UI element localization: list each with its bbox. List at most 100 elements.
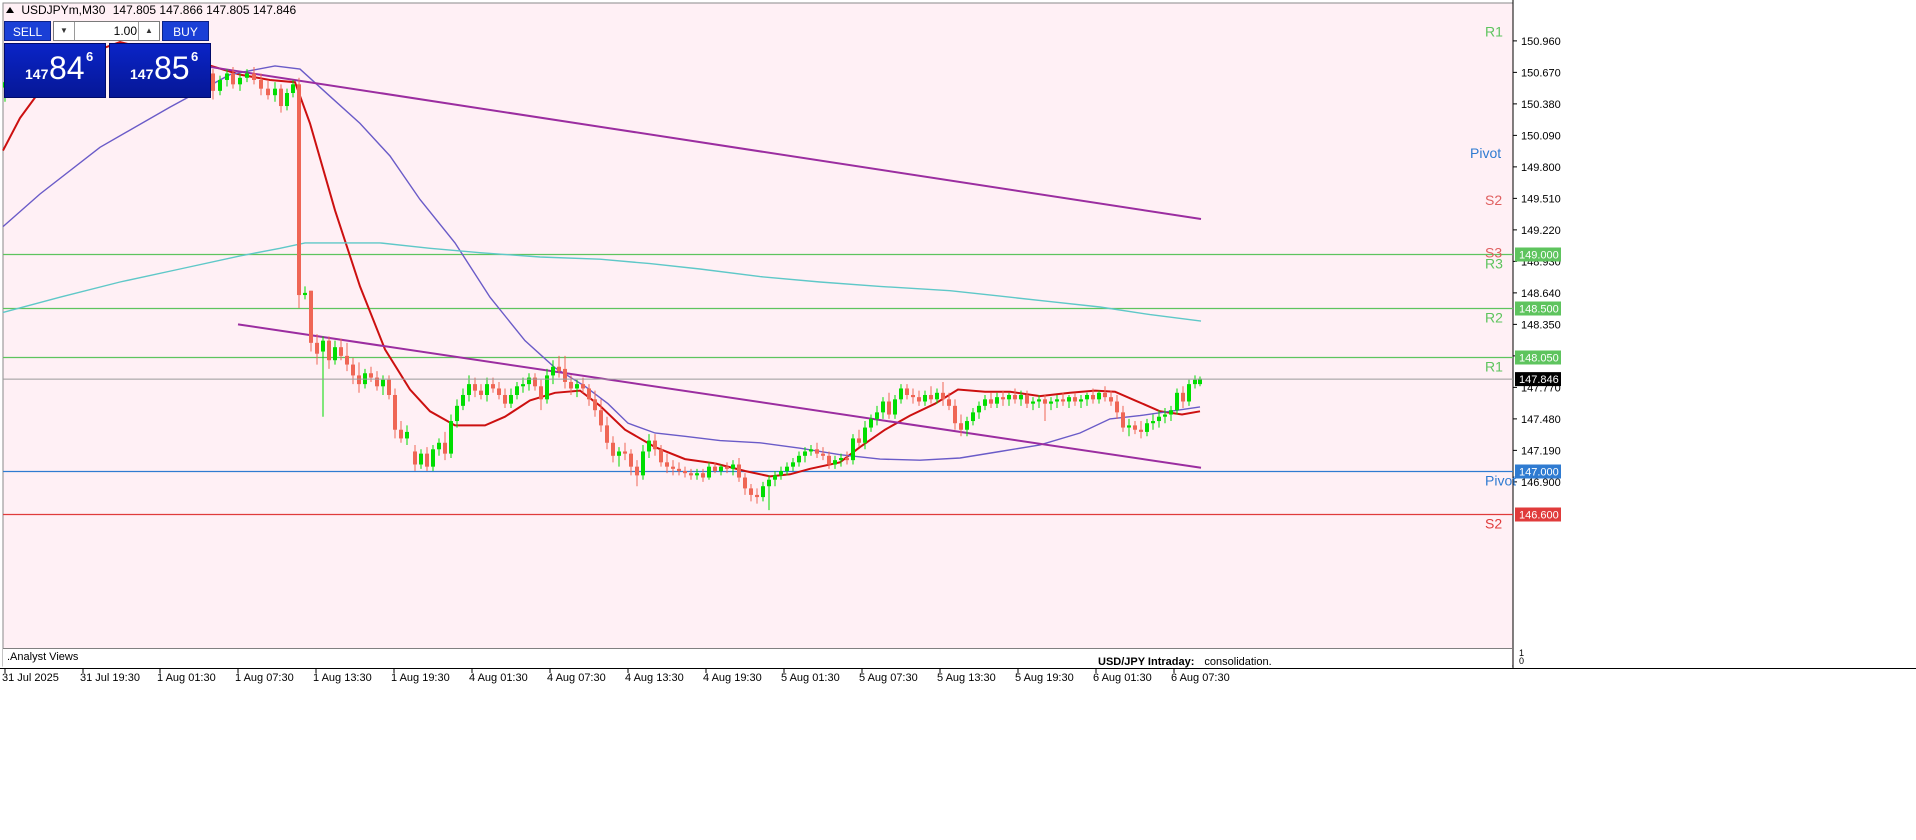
candle-body [935,392,939,400]
candle-body [1079,399,1083,402]
candle-body [515,386,519,395]
time-tick-label: 5 Aug 01:30 [781,672,840,684]
candle-body [1073,397,1077,402]
candle-body [285,93,289,107]
candle-body [303,292,307,296]
lot-decrease-icon[interactable]: ▼ [54,22,75,40]
candle-body [413,451,417,465]
candle-body [1133,425,1137,430]
candle-body [965,421,969,430]
price-tick-label: 150.090 [1521,130,1561,142]
candle-body [473,384,477,391]
candle-body [1115,401,1119,413]
candle-body [419,453,423,465]
candle-body [851,438,855,461]
triangle-icon [6,7,14,13]
candle-body [443,442,447,454]
candle-body [218,79,222,91]
lot-increase-icon[interactable]: ▲ [138,22,159,40]
candle-body [857,438,861,443]
candle-body [479,390,483,395]
candle-body [387,379,391,395]
candle-body [911,394,915,398]
candle-body [357,375,361,385]
candle-body [737,464,741,478]
candle-body [653,440,657,450]
candle-body [755,494,759,498]
candle-body [665,462,669,467]
candle-body [1157,416,1161,422]
candle-body [785,466,789,472]
buy-quote-fraction: 6 [191,49,199,64]
candle-body [995,397,999,404]
candle-body [393,394,397,430]
candle-body [521,384,525,387]
candle-body [929,394,933,400]
candle-body [425,453,429,467]
candle-body [485,384,489,395]
lot-size-value[interactable]: 1.00 [76,22,137,40]
time-tick-label: 5 Aug 19:30 [1015,672,1074,684]
candle-body [273,88,277,96]
candle-body [635,466,639,476]
time-tick-label: 6 Aug 07:30 [1171,672,1230,684]
candle-body [611,442,615,456]
candle-body [893,399,897,415]
candle-body [815,449,819,454]
indicator-name: .Analyst Views [7,651,79,663]
candle-body [593,399,597,411]
level-label: Pivot [1470,145,1501,161]
candle-body [581,384,585,389]
candle-body [713,466,717,472]
candle-body [845,457,849,461]
price-chart[interactable]: 150.960 150.670 150.380 150.090 149.800 149.5… [0,0,1916,840]
buy-quote[interactable]: 147 85 6 [109,43,211,98]
candle-body [827,455,831,465]
candle-body [671,466,675,469]
candle-body [977,405,981,413]
candle-body [767,479,771,487]
price-tick-label: 148.350 [1521,319,1561,331]
candle-body [211,73,215,91]
time-tick-label: 5 Aug 13:30 [937,672,996,684]
candle-body [297,84,301,296]
sell-button[interactable]: SELL [4,21,51,41]
candle-body [351,364,355,376]
sell-quote[interactable]: 147 84 6 [4,43,106,98]
candle-body [1061,399,1065,402]
candle-body [266,88,270,96]
candle-body [381,379,385,387]
symbol-header: USDJPYm,M30 147.805 147.866 147.805 147.… [6,3,296,17]
candle-body [369,373,373,378]
time-tick-label: 31 Jul 19:30 [80,672,140,684]
time-tick-label: 1 Aug 01:30 [157,672,216,684]
candle-body [917,397,921,402]
candle-body [339,347,343,356]
candle-body [1151,421,1155,424]
candle-body [467,384,471,395]
candle-body [225,73,229,80]
candle-body [461,394,465,406]
candle-body [333,347,337,361]
candle-body [1169,410,1173,415]
candle-body [725,466,729,469]
price-tick-label: 149.800 [1521,162,1561,174]
candle-body [1175,392,1179,411]
candle-body [1085,394,1089,400]
lot-size-input[interactable]: ▼ 1.00 ▲ [53,21,160,41]
candle-body [1091,394,1095,400]
level-label: R1 [1485,359,1503,375]
sell-quote-fraction: 6 [86,49,94,64]
buy-button[interactable]: BUY [162,21,209,41]
candle-body [291,84,295,94]
candle-body [405,431,409,439]
candle-body [431,449,435,467]
candle-body [1121,412,1125,428]
candle-body [437,442,441,450]
candle-body [875,412,879,419]
candle-body [749,488,753,495]
candle-body [509,394,513,404]
level-label: R2 [1485,310,1503,326]
candle-body [1001,397,1005,400]
candle-body [1067,397,1071,402]
